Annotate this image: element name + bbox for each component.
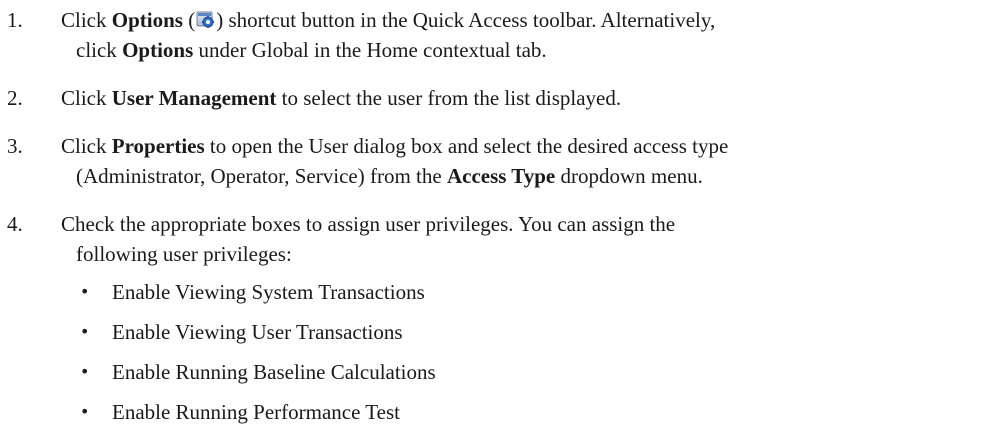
step-text-fragment: ( <box>182 8 196 32</box>
step-number: 2. <box>7 86 23 110</box>
list-item: • Enable Running Baseline Calculations <box>0 357 999 387</box>
step-number: 4. <box>7 212 23 236</box>
step-text-fragment: Click <box>61 134 112 158</box>
step-text: Click Properties to open the User dialog… <box>61 131 991 191</box>
step-text: Check the appropriate boxes to assign us… <box>61 209 991 269</box>
step-number: 1. <box>7 8 23 32</box>
step-text-fragment: to open the User dialog box and select t… <box>204 134 729 158</box>
bullet-icon: • <box>80 322 90 341</box>
instruction-document: 1. Click Options () shortcut button in … <box>0 0 999 437</box>
privilege-label: Enable Running Performance Test <box>112 400 400 424</box>
step-text-line2: (Administrator, Operator, Service) from … <box>61 161 991 191</box>
step-text: Click Options ( ) shortcut button in the… <box>61 5 991 65</box>
bullet-icon: • <box>80 362 90 381</box>
bullet-icon: • <box>80 402 90 421</box>
options-term: Options <box>122 38 194 62</box>
step-text-fragment: Check the appropriate boxes to assign us… <box>61 212 676 236</box>
step-text-line2: click Options under Global in the Home c… <box>61 35 991 65</box>
step-text-fragment: dropdown menu. <box>555 164 703 188</box>
step-text-line2: following user privileges: <box>76 242 292 266</box>
access-type-term: Access Type <box>446 164 556 188</box>
step-number: 3. <box>7 134 23 158</box>
step-text: Click User Management to select the user… <box>61 83 991 113</box>
step-text-fragment: to select the user from the list display… <box>276 86 622 110</box>
step-text-fragment: (Administrator, Operator, Service) from … <box>76 164 447 188</box>
properties-term: Properties <box>111 134 205 158</box>
options-gear-icon <box>196 10 215 29</box>
options-term: Options <box>111 8 183 32</box>
list-item: • Enable Viewing User Transactions <box>0 317 999 347</box>
privilege-label: Enable Running Baseline Calculations <box>112 360 436 384</box>
privilege-label: Enable Viewing System Transactions <box>112 280 425 304</box>
list-item: • Enable Viewing System Transactions <box>0 277 999 307</box>
privilege-label: Enable Viewing User Transactions <box>112 320 403 344</box>
user-management-term: User Management <box>111 86 277 110</box>
bullet-icon: • <box>80 282 90 301</box>
step-text-fragment: under Global in the Home contextual tab. <box>193 38 547 62</box>
step-text-fragment: ) shortcut button in the Quick Access to… <box>216 8 716 32</box>
list-item: • Enable Running Performance Test <box>0 397 999 427</box>
step-text-fragment: Click <box>61 86 112 110</box>
step-text-fragment: click <box>76 38 123 62</box>
step-text-fragment: Click <box>61 8 112 32</box>
